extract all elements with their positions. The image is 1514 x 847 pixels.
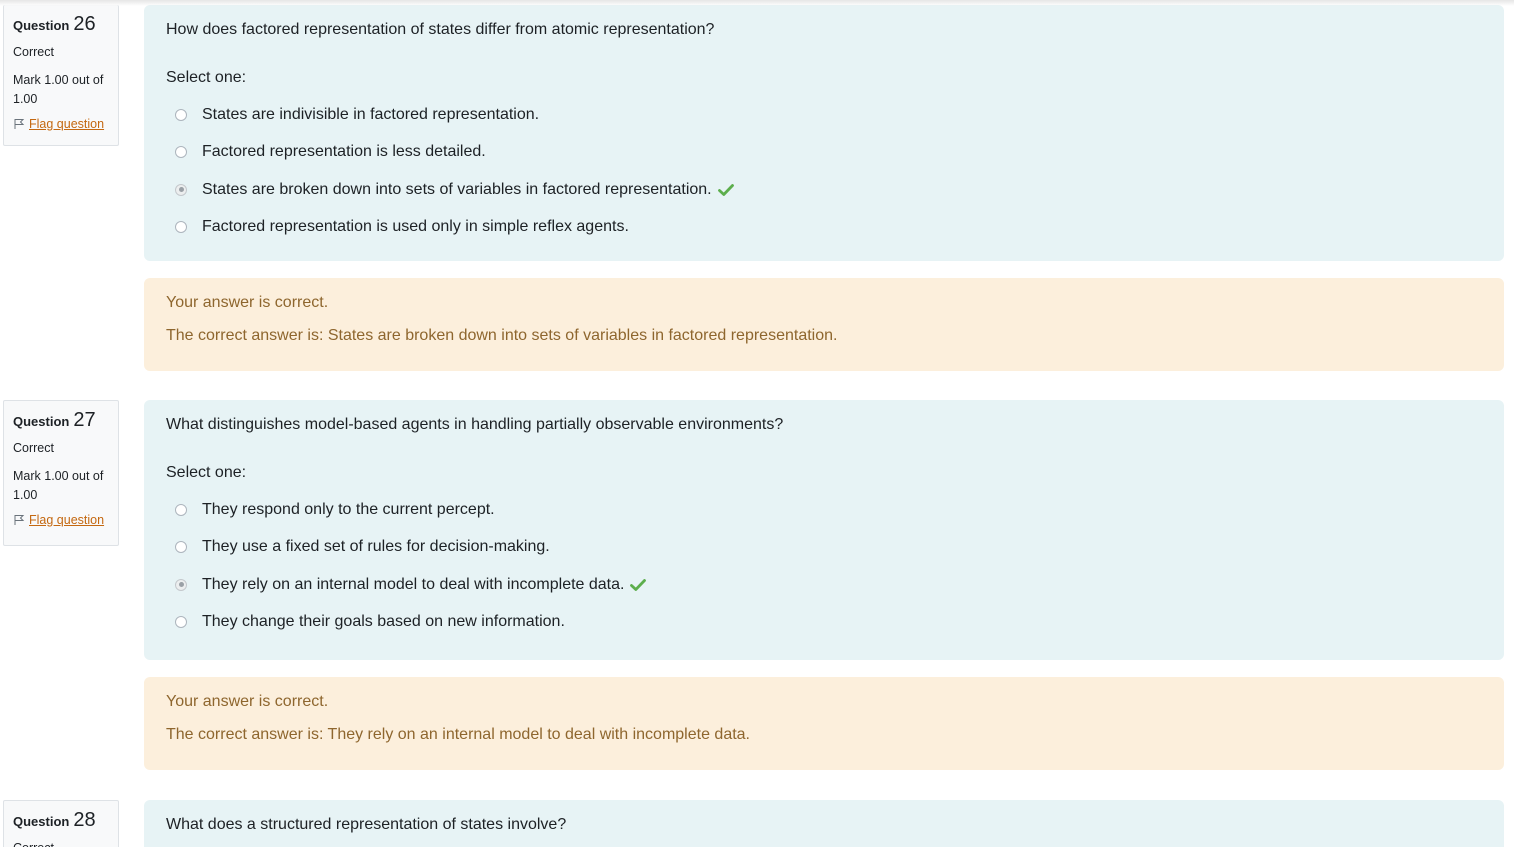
- radio-button[interactable]: [175, 221, 187, 234]
- answer-text: Factored representation is used only in …: [202, 218, 629, 236]
- check-icon: [717, 183, 734, 196]
- answer-option[interactable]: States are broken down into sets of vari…: [166, 171, 1482, 209]
- question-info: Question 28 Correct: [3, 800, 119, 847]
- radio-button-selected[interactable]: [175, 578, 187, 591]
- answer-text: States are broken down into sets of vari…: [202, 180, 712, 198]
- question-formulation: What does a structured representation of…: [144, 800, 1504, 847]
- right-answer-text: The correct answer is: States are broken…: [166, 327, 838, 344]
- radio-button[interactable]: [175, 146, 187, 159]
- answer-option[interactable]: They change their goals based on new inf…: [166, 604, 1482, 642]
- select-one-prompt: Select one:: [166, 464, 247, 481]
- answer-text: Factored representation is less detailed…: [202, 143, 486, 161]
- answer-option[interactable]: Factored representation is used only in …: [166, 209, 1482, 247]
- question-state: Correct: [13, 441, 54, 455]
- question-label: Question: [13, 18, 70, 33]
- flag-question[interactable]: Flag question: [13, 117, 109, 131]
- question-number: 26: [73, 13, 96, 35]
- answer-option[interactable]: Factored representation is less detailed…: [166, 134, 1482, 172]
- flag-question[interactable]: Flag question: [13, 513, 109, 527]
- feedback-text: Your answer is correct.: [166, 294, 329, 311]
- question-number: 27: [73, 409, 96, 431]
- question-formulation: What distinguishes model-based agents in…: [144, 400, 1504, 660]
- question-number-row: Question 27: [13, 409, 109, 433]
- question-grade: Mark 1.00 out of 1.00: [13, 73, 104, 106]
- question-info: Question 27 Correct Mark 1.00 out of 1.0…: [3, 400, 119, 546]
- flag-icon: [14, 515, 25, 525]
- question-state: Correct: [13, 839, 109, 847]
- question-number-row: Question 28: [13, 809, 109, 833]
- question-text: How does factored representation of stat…: [166, 21, 715, 38]
- answer-option[interactable]: They rely on an internal model to deal w…: [166, 566, 1482, 604]
- answer-option[interactable]: They use a fixed set of rules for decisi…: [166, 529, 1482, 567]
- question-grade: Mark 1.00 out of 1.00: [13, 469, 104, 502]
- answer-text: They use a fixed set of rules for decisi…: [202, 538, 550, 556]
- radio-button[interactable]: [175, 503, 187, 516]
- select-one-prompt: Select one:: [166, 69, 247, 86]
- flag-icon: [14, 119, 25, 129]
- question-state: Correct: [13, 45, 54, 59]
- question-outcome: Your answer is correct. The correct answ…: [144, 677, 1504, 770]
- feedback-text: Your answer is correct.: [166, 693, 329, 710]
- quiz-review-page: Question 26 Correct Mark 1.00 out of 1.0…: [0, 0, 1514, 847]
- answer-options: States are indivisible in factored repre…: [166, 96, 1482, 246]
- answer-text: They respond only to the current percept…: [202, 500, 495, 518]
- flag-question-link[interactable]: Flag question: [29, 117, 104, 131]
- answer-options: They respond only to the current percept…: [166, 491, 1482, 641]
- flag-question-link[interactable]: Flag question: [29, 513, 104, 527]
- question-label: Question: [13, 414, 70, 429]
- answer-option[interactable]: They respond only to the current percept…: [166, 491, 1482, 529]
- question-outcome: Your answer is correct. The correct answ…: [144, 278, 1504, 371]
- question-number-row: Question 26: [13, 13, 109, 37]
- right-answer-text: The correct answer is: They rely on an i…: [166, 726, 750, 743]
- question-28: Question 28 Correct What does a structur…: [0, 800, 1514, 847]
- radio-button[interactable]: [175, 108, 187, 121]
- top-edge-shadow: [0, 0, 1514, 6]
- answer-text: States are indivisible in factored repre…: [202, 105, 540, 123]
- question-text: What does a structured representation of…: [166, 816, 567, 833]
- answer-option[interactable]: States are indivisible in factored repre…: [166, 96, 1482, 134]
- question-info: Question 26 Correct Mark 1.00 out of 1.0…: [3, 5, 119, 146]
- question-text: What distinguishes model-based agents in…: [166, 416, 784, 433]
- radio-button-selected[interactable]: [175, 183, 187, 196]
- question-number: 28: [73, 809, 96, 831]
- answer-text: They rely on an internal model to deal w…: [202, 575, 625, 593]
- radio-button[interactable]: [175, 616, 187, 629]
- question-label: Question: [13, 814, 70, 829]
- radio-button[interactable]: [175, 541, 187, 554]
- check-icon: [630, 578, 647, 591]
- answer-text: They change their goals based on new inf…: [202, 613, 565, 631]
- question-formulation: How does factored representation of stat…: [144, 5, 1504, 261]
